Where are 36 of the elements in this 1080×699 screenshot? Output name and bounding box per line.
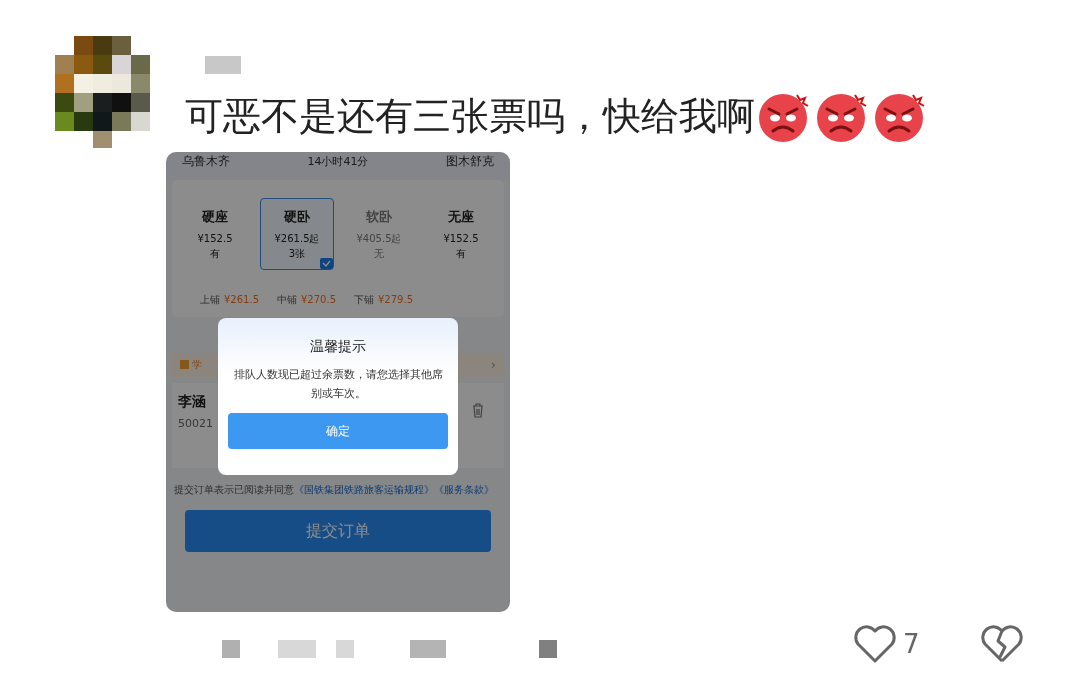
redacted-text: [336, 640, 354, 658]
passenger-name: 李涵: [178, 391, 207, 411]
discount-label: 学: [192, 358, 202, 372]
seat-option[interactable]: 硬座 ¥152.5 有: [178, 198, 252, 270]
broken-heart-icon[interactable]: [979, 624, 1024, 664]
berth-label: 下铺: [354, 292, 374, 307]
comment-text: 可恶不是还有三张票吗，快给我啊: [185, 93, 755, 140]
dialog-title: 温馨提示: [310, 337, 366, 356]
seat-option[interactable]: 无座 ¥152.5 有: [424, 198, 498, 270]
passenger-id: 50021: [178, 415, 213, 432]
departure-station: 乌鲁木齐: [182, 153, 230, 170]
berth-label: 中铺: [277, 292, 297, 307]
redacted-username: [205, 56, 241, 74]
agreement-text: 提交订单表示已阅读并同意《国铁集团铁路旅客运输规程》《服务条款》: [173, 483, 495, 497]
dialog-message: 排队人数现已超过余票数，请您选择其他席别或车次。: [232, 367, 444, 402]
chevron-icon: ›: [490, 354, 496, 375]
agreement-link[interactable]: 《服务条款》: [434, 484, 494, 495]
submit-order-button[interactable]: 提交订单: [185, 510, 491, 552]
trash-icon[interactable]: [472, 402, 484, 418]
seat-option[interactable]: 硬卧 ¥261.5起 3张: [260, 198, 334, 270]
arrival-station: 图木舒克: [446, 153, 494, 170]
berth-price: ¥270.5: [301, 292, 336, 307]
berth-price: ¥279.5: [378, 292, 413, 307]
travel-duration: 14小时41分: [307, 154, 369, 170]
redacted-text: [539, 640, 557, 658]
berth-price: ¥261.5: [224, 292, 259, 307]
confirm-button[interactable]: 确定: [228, 413, 448, 449]
discount-icon: [180, 360, 189, 369]
like-count: 7: [903, 627, 920, 661]
redacted-text: [278, 640, 316, 658]
redacted-text: [410, 640, 446, 658]
agreement-link[interactable]: 《国铁集团铁路旅客运输规程》: [294, 484, 434, 495]
redacted-text: [222, 640, 240, 658]
berth-label: 上铺: [200, 292, 220, 307]
heart-icon[interactable]: [853, 624, 897, 664]
check-icon: [320, 257, 333, 269]
